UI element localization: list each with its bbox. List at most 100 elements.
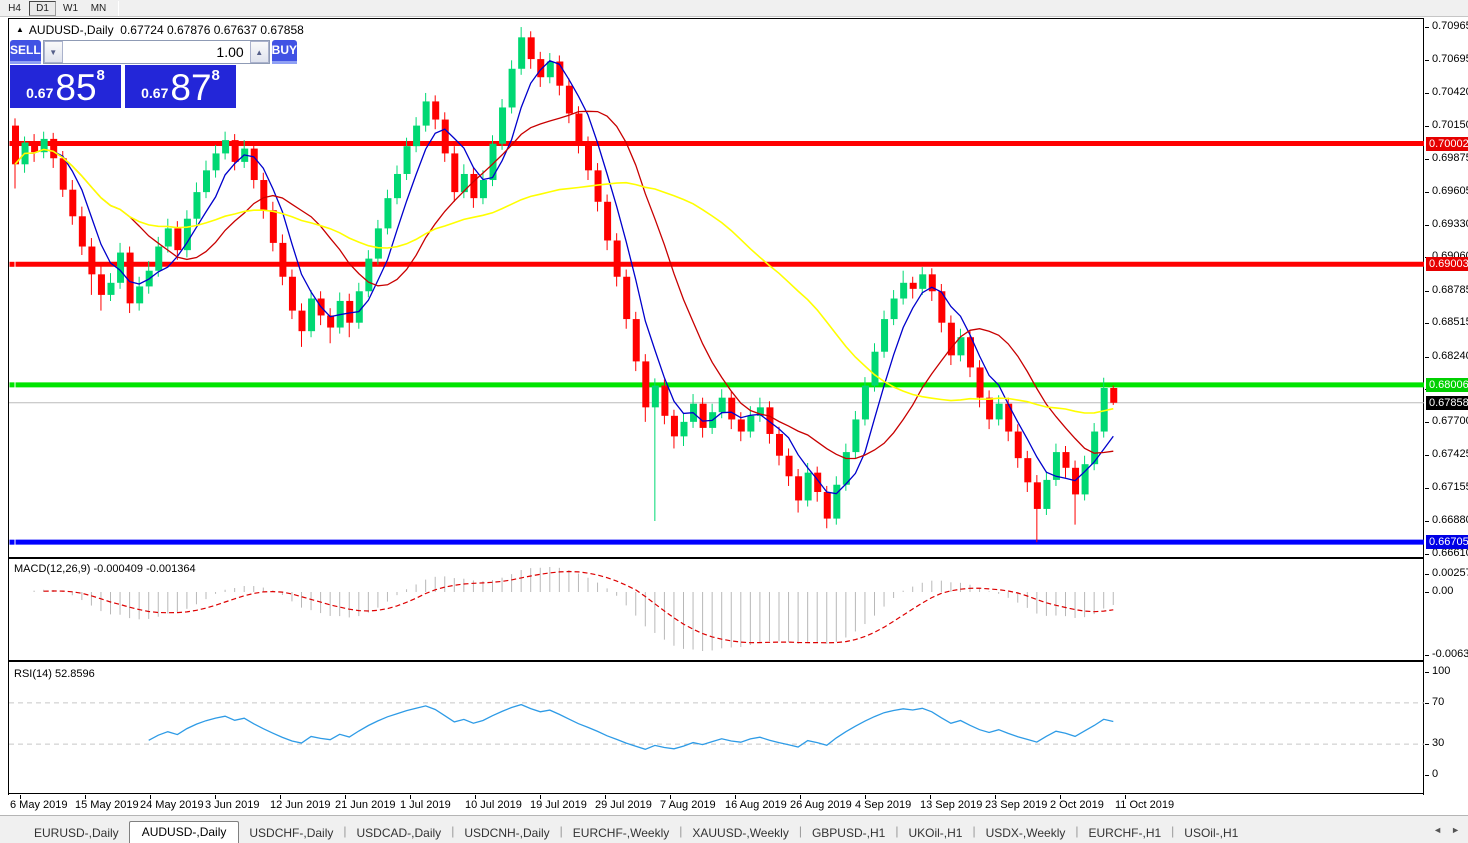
candle-body (346, 300, 354, 323)
chart-tab-ukoil-h1[interactable]: UKOil-,H1 (898, 823, 972, 843)
price-axis-label: 0.68785 (1432, 283, 1468, 296)
chart-tab-eurusd-daily[interactable]: EURUSD-,Daily (24, 823, 129, 843)
candle-body (1033, 482, 1041, 509)
sell-price-display[interactable]: 0.67 85 8 (10, 65, 121, 108)
candle-body (919, 274, 927, 289)
candle-body (12, 125, 19, 165)
candle-body (1072, 467, 1080, 495)
date-axis-label: 24 May 2019 (140, 799, 204, 811)
chart-tab-eurchf-h1[interactable]: EURCHF-,H1 (1079, 823, 1172, 843)
candle-body (890, 298, 898, 320)
axis-tick (1425, 672, 1429, 673)
price-axis-label: 0.69330 (1432, 217, 1468, 230)
rsi-indicator-chart[interactable] (9, 662, 1424, 793)
candle-body (78, 216, 86, 247)
macd-panel-separator[interactable] (8, 557, 1424, 559)
price-level-badge-0.67858: 0.67858 (1426, 395, 1468, 410)
candle-body (288, 276, 296, 311)
axis-tick (1425, 573, 1429, 575)
candle-body (164, 228, 172, 247)
rsi-panel-separator[interactable] (8, 660, 1424, 662)
candle-body (374, 228, 382, 259)
chart-tab-usdchf-daily[interactable]: USDCHF-,Daily (239, 823, 343, 843)
price-axis-label: 0.66880 (1432, 514, 1468, 526)
candle-body (823, 491, 831, 519)
candle-body (546, 61, 554, 78)
candle-body (203, 170, 210, 193)
candle-body (651, 385, 659, 408)
rsi-label: RSI(14) 52.8596 (14, 668, 95, 680)
candle-body (231, 140, 239, 162)
chart-tab-gbpusd-h1[interactable]: GBPUSD-,H1 (802, 823, 895, 843)
candle-body (1043, 479, 1051, 509)
candle-body (995, 403, 1003, 420)
candle-body (604, 201, 612, 241)
candle-body (422, 101, 430, 126)
date-axis[interactable]: 6 May 2019 15 May 2019 24 May 2019 3 Jun 20… (8, 795, 1424, 814)
chart-tab-usdcnh-daily[interactable]: USDCNH-,Daily (454, 823, 559, 843)
chart-tab-eurchf-weekly[interactable]: EURCHF-,Weekly (563, 823, 679, 843)
candle-body (976, 367, 984, 398)
chart-tab-audusd-daily[interactable]: AUDUSD-,Daily (128, 821, 240, 843)
sell-price-pip-digit: 8 (96, 67, 105, 84)
timeframe-mn-button[interactable]: MN (85, 1, 112, 16)
toolbar-separator (118, 0, 119, 16)
rsi-axis-label: 70 (1432, 695, 1445, 708)
tab-scroll-right-icon[interactable]: ► (1451, 825, 1460, 835)
date-axis-label: 16 Aug 2019 (725, 799, 787, 811)
macd-axis-min: -0.006326 (1432, 648, 1468, 661)
price-axis[interactable]: 0.70965 0.70695 0.70420 0.70150 0.69875 0.696… (1425, 18, 1468, 814)
volume-decrease-button[interactable]: ▼ (43, 41, 63, 63)
candle-body (479, 180, 487, 199)
date-axis-label: 19 Jul 2019 (530, 799, 587, 811)
macd-label: MACD(12,26,9) -0.000409 -0.001364 (14, 563, 196, 575)
chart-tab-bar: EURUSD-,Daily AUDUSD-,Daily USDCHF-,Daily |… (0, 815, 1468, 843)
moving-average-34 (14, 148, 1114, 414)
timeframe-toolbar: H4 D1 W1 MN (0, 0, 1468, 17)
date-axis-label: 21 Jun 2019 (335, 799, 396, 811)
chart-tab-usdx-weekly[interactable]: USDX-,Weekly (976, 823, 1076, 843)
candle-body (861, 385, 869, 420)
collapse-chart-icon[interactable]: ▲ (16, 25, 24, 34)
candle-body (460, 173, 468, 193)
candle-body (1091, 431, 1099, 465)
axis-tick (1425, 521, 1429, 522)
price-level-badge-0.68006: 0.68006 (1426, 377, 1468, 392)
buy-button[interactable]: BUY (271, 40, 298, 64)
macd-indicator-chart[interactable] (9, 559, 1424, 660)
axis-tick (1425, 290, 1429, 292)
date-axis-label: 6 May 2019 (10, 799, 68, 811)
timeframe-d1-button[interactable]: D1 (29, 0, 56, 16)
chart-tab-usoil-h1[interactable]: USOil-,H1 (1174, 823, 1248, 843)
date-axis-label: 4 Sep 2019 (855, 799, 912, 811)
candle-body (718, 397, 726, 413)
volume-increase-button[interactable]: ▲ (249, 41, 269, 63)
timeframe-h4-button[interactable]: H4 (1, 1, 28, 16)
candle-body (394, 173, 401, 199)
sell-price-base: 0.67 (26, 85, 54, 101)
sell-button[interactable]: SELL (10, 40, 41, 64)
line-handle-0.68006 (9, 381, 16, 389)
candle-body (871, 351, 879, 386)
volume-input[interactable] (62, 41, 250, 63)
axis-tick (1425, 59, 1429, 61)
candle-body (451, 153, 459, 193)
candle-body (680, 421, 688, 437)
tab-scroll-left-icon[interactable]: ◄ (1433, 825, 1442, 835)
date-axis-label: 23 Sep 2019 (985, 799, 1048, 811)
date-axis-label: 2 Oct 2019 (1050, 799, 1104, 811)
macd-axis-zero: 0.00 (1432, 585, 1454, 597)
volume-stepper: ▼ ▲ (42, 40, 270, 64)
candle-body (470, 173, 478, 199)
timeframe-w1-button[interactable]: W1 (57, 1, 84, 16)
candle-body (881, 319, 889, 352)
date-axis-label: 7 Aug 2019 (660, 799, 716, 811)
buy-price-display[interactable]: 0.67 87 8 (125, 65, 236, 108)
candle-body (642, 361, 650, 408)
chart-tab-usdcad-daily[interactable]: USDCAD-,Daily (347, 823, 452, 843)
axis-tick (1425, 421, 1429, 423)
chart-tab-xauusd-weekly[interactable]: XAUUSD-,Weekly (682, 823, 798, 843)
candle-body (136, 286, 144, 304)
candle-body (50, 138, 58, 159)
candle-body (1062, 452, 1070, 468)
